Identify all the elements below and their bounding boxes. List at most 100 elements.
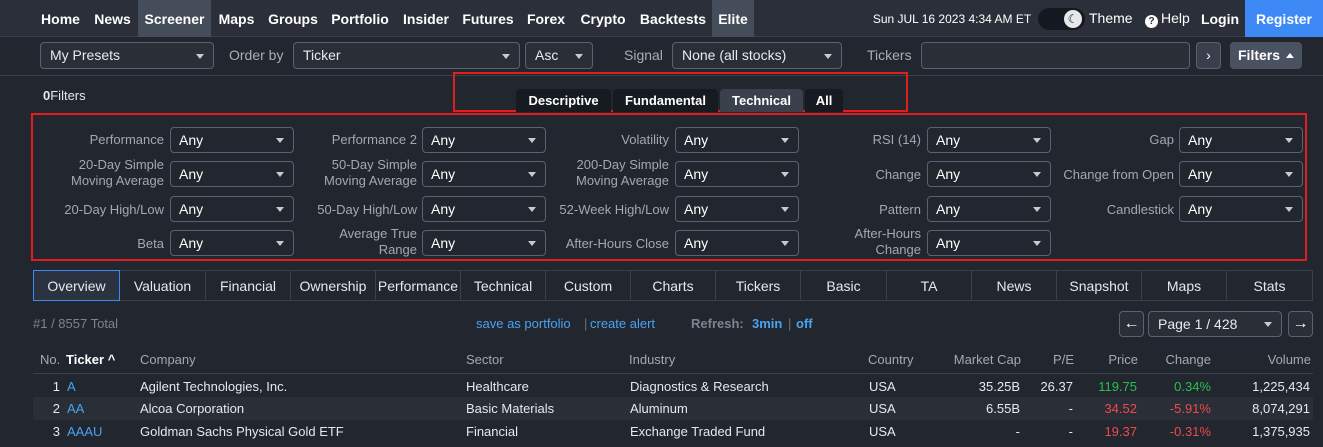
order-by-select[interactable]: Ticker bbox=[293, 42, 520, 69]
nav-insider[interactable]: Insider bbox=[396, 0, 456, 37]
filter-select-beta[interactable]: Any bbox=[170, 230, 294, 256]
date-time: Sun JUL 16 2023 4:34 AM ET bbox=[872, 12, 1032, 26]
view-tab-charts[interactable]: Charts bbox=[631, 271, 716, 300]
filter-select-atr[interactable]: Any bbox=[422, 230, 546, 256]
col-header-sector[interactable]: Sector bbox=[466, 353, 504, 367]
nav-futures[interactable]: Futures bbox=[456, 0, 520, 37]
page-select[interactable]: Page 1 / 428 bbox=[1148, 311, 1282, 337]
filter-label-atr: Average True Range bbox=[339, 226, 417, 257]
cell-ticker[interactable]: A bbox=[67, 375, 76, 398]
help-link[interactable]: ? Help bbox=[1145, 0, 1190, 37]
col-header-price[interactable]: Price bbox=[1090, 353, 1138, 367]
filter-select-change-from-open[interactable]: Any bbox=[1179, 161, 1303, 187]
filter-select-pattern[interactable]: Any bbox=[927, 196, 1051, 222]
filter-select-20day-high-low[interactable]: Any bbox=[170, 196, 294, 222]
col-header-ticker[interactable]: Ticker ^ bbox=[66, 353, 115, 367]
view-tab-custom[interactable]: Custom bbox=[546, 271, 631, 300]
nav-screener[interactable]: Screener bbox=[138, 0, 211, 37]
filter-select-after-hours-close[interactable]: Any bbox=[675, 230, 799, 256]
cell-pe: - bbox=[1068, 424, 1073, 439]
table-row[interactable]: 1 A Agilent Technologies, Inc. Healthcar… bbox=[33, 375, 1313, 398]
filter-select-candlestick[interactable]: Any bbox=[1179, 196, 1303, 222]
nav-elite[interactable]: Elite bbox=[712, 0, 754, 37]
cell-change: -0.31% bbox=[1169, 424, 1211, 439]
view-tab-maps[interactable]: Maps bbox=[1142, 271, 1227, 300]
tab-descriptive[interactable]: Descriptive bbox=[516, 89, 611, 112]
tickers-input[interactable] bbox=[921, 42, 1190, 69]
view-tab-valuation[interactable]: Valuation bbox=[120, 271, 206, 300]
view-tab-technical[interactable]: Technical bbox=[461, 271, 546, 300]
cell-no: 2 bbox=[52, 401, 60, 416]
view-tab-ta[interactable]: TA bbox=[887, 271, 972, 300]
nav-backtests[interactable]: Backtests bbox=[634, 0, 712, 37]
filters-toggle-button[interactable]: Filters bbox=[1230, 42, 1302, 69]
presets-select[interactable]: My Presets bbox=[40, 42, 214, 69]
table-row[interactable]: 3 AAAU Goldman Sachs Physical Gold ETF F… bbox=[33, 420, 1313, 443]
col-header-industry[interactable]: Industry bbox=[629, 353, 675, 367]
refresh-off-link[interactable]: off bbox=[796, 316, 813, 331]
cell-ticker[interactable]: AA bbox=[67, 397, 84, 420]
col-header-country[interactable]: Country bbox=[868, 353, 914, 367]
cell-volume: 1,225,434 bbox=[1252, 379, 1310, 394]
filter-select-change[interactable]: Any bbox=[927, 161, 1051, 187]
prev-page-button[interactable]: ← bbox=[1119, 311, 1144, 337]
view-tab-basic[interactable]: Basic bbox=[801, 271, 887, 300]
nav-crypto[interactable]: Crypto bbox=[572, 0, 634, 37]
nav-forex[interactable]: Forex bbox=[520, 0, 572, 37]
register-button[interactable]: Register bbox=[1245, 0, 1323, 37]
col-header-market-cap[interactable]: Market Cap bbox=[936, 353, 1021, 367]
filter-select-rsi[interactable]: Any bbox=[927, 127, 1051, 153]
cell-country: USA bbox=[869, 401, 896, 416]
cell-ticker[interactable]: AAAU bbox=[67, 420, 102, 443]
col-header-change[interactable]: Change bbox=[1148, 353, 1211, 367]
view-tab-financial[interactable]: Financial bbox=[206, 271, 291, 300]
theme-toggle[interactable]: ☾ bbox=[1038, 8, 1085, 30]
view-tab-overview[interactable]: Overview bbox=[33, 270, 120, 301]
view-tab-news[interactable]: News bbox=[972, 271, 1057, 300]
view-tab-tickers[interactable]: Tickers bbox=[716, 271, 801, 300]
tab-technical[interactable]: Technical bbox=[720, 89, 803, 112]
nav-maps[interactable]: Maps bbox=[212, 0, 261, 37]
view-tab-snapshot[interactable]: Snapshot bbox=[1057, 271, 1142, 300]
tab-all[interactable]: All bbox=[805, 89, 843, 112]
save-as-portfolio-link[interactable]: save as portfolio bbox=[476, 316, 571, 331]
view-tab-ownership[interactable]: Ownership bbox=[291, 271, 376, 300]
tab-fundamental[interactable]: Fundamental bbox=[613, 89, 718, 112]
view-tab-performance[interactable]: Performance bbox=[376, 271, 461, 300]
next-page-button[interactable]: → bbox=[1288, 311, 1313, 337]
filter-select-performance[interactable]: Any bbox=[170, 127, 294, 153]
filter-select-50day-high-low[interactable]: Any bbox=[422, 196, 546, 222]
cell-price: 119.75 bbox=[1098, 379, 1137, 394]
cell-pe: - bbox=[1068, 401, 1073, 416]
col-header-volume[interactable]: Volume bbox=[1230, 353, 1311, 367]
theme-label[interactable]: Theme bbox=[1089, 0, 1133, 37]
nav-groups[interactable]: Groups bbox=[262, 0, 324, 37]
create-alert-link[interactable]: create alert bbox=[590, 316, 655, 331]
view-tab-stats[interactable]: Stats bbox=[1227, 271, 1312, 300]
chevron-down-icon bbox=[1033, 138, 1041, 143]
header-divider bbox=[33, 373, 1313, 374]
tickers-go-button[interactable]: › bbox=[1196, 42, 1221, 69]
filter-select-gap[interactable]: Any bbox=[1179, 127, 1303, 153]
refresh-3min-link[interactable]: 3min bbox=[752, 316, 782, 331]
filter-select-volatility[interactable]: Any bbox=[675, 127, 799, 153]
nav-news[interactable]: News bbox=[88, 0, 137, 37]
sort-direction-select[interactable]: Asc bbox=[525, 42, 593, 69]
filter-select-sma50[interactable]: Any bbox=[422, 161, 546, 187]
filter-select-performance-2[interactable]: Any bbox=[422, 127, 546, 153]
nav-portfolio[interactable]: Portfolio bbox=[324, 0, 396, 37]
filter-select-sma200[interactable]: Any bbox=[675, 161, 799, 187]
filter-select-sma20[interactable]: Any bbox=[170, 161, 294, 187]
cell-industry: Aluminum bbox=[630, 401, 688, 416]
filter-select-52week-high-low[interactable]: Any bbox=[675, 196, 799, 222]
chevron-up-icon bbox=[1286, 53, 1294, 58]
col-header-pe[interactable]: P/E bbox=[1030, 353, 1074, 367]
table-row[interactable]: 2 AA Alcoa Corporation Basic Materials A… bbox=[33, 397, 1313, 420]
col-header-company[interactable]: Company bbox=[140, 353, 196, 367]
login-button[interactable]: Login bbox=[1196, 0, 1244, 37]
filter-select-after-hours-change[interactable]: Any bbox=[927, 230, 1051, 256]
signal-select[interactable]: None (all stocks) bbox=[672, 42, 842, 69]
col-header-no[interactable]: No. bbox=[40, 353, 60, 367]
help-icon: ? bbox=[1145, 15, 1158, 28]
nav-home[interactable]: Home bbox=[33, 0, 88, 37]
